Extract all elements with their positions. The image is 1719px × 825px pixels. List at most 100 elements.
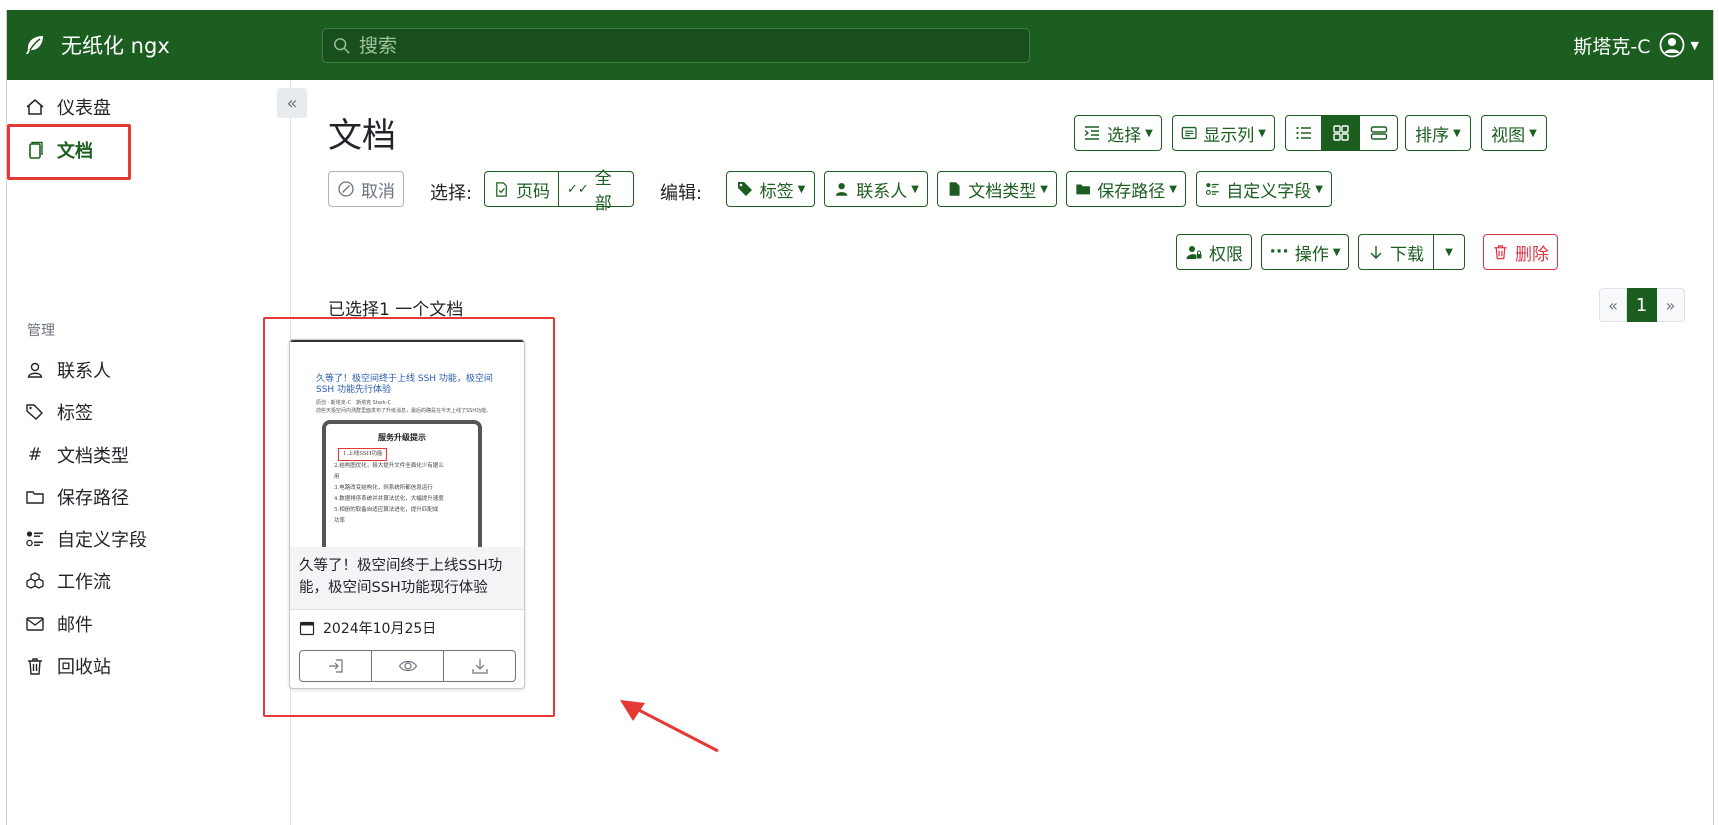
caret-down-icon: ▼: [1453, 127, 1461, 139]
app-window: 无纸化 ngx 斯塔克-C ▼ 仪表盘: [6, 10, 1714, 825]
custom-fields-dropdown-button[interactable]: 自定义字段 ▼: [1196, 171, 1332, 207]
notice-title: 服务升级提示: [378, 432, 426, 442]
grid-view-button[interactable]: [1322, 115, 1360, 151]
caret-down-icon: ▼: [1145, 127, 1153, 139]
sidebar-item-label: 工作流: [57, 572, 111, 593]
pagination-next[interactable]: »: [1657, 288, 1685, 322]
sidebar-item-trash[interactable]: 回收站: [25, 651, 111, 681]
operations-label: 操作: [1294, 244, 1329, 265]
thumb-meta: 原创 · 斯塔克-C 斯塔克 Stark-C 前些天极空间内测群里面发布了升级消…: [316, 399, 516, 415]
show-columns-label: 显示列: [1203, 125, 1255, 146]
all-label: 全部: [594, 169, 612, 214]
pagination: « 1 »: [1599, 288, 1685, 322]
calendar-icon: [299, 621, 315, 636]
trash-icon: [1494, 245, 1507, 260]
sidebar: 仪表盘 文档 管理 联系人 标签 # 文档类型 保存路径 自定义字段 工作流 邮…: [7, 80, 291, 825]
document-card[interactable]: 久等了！极空间终于上线 SSH 功能，极空间SSH 功能先行体验 原创 · 斯塔…: [289, 339, 525, 689]
collapse-sidebar-button[interactable]: «: [277, 88, 307, 118]
sidebar-item-label: 仪表盘: [57, 98, 111, 119]
search-box[interactable]: [322, 28, 1030, 63]
list-view-button[interactable]: [1285, 115, 1322, 151]
sort-dropdown-button[interactable]: 排序 ▼: [1405, 115, 1471, 151]
three-dots-icon: ···: [1269, 242, 1289, 262]
user-avatar-icon: [1659, 32, 1684, 58]
sidebar-item-mail[interactable]: 邮件: [25, 609, 93, 639]
permissions-label: 权限: [1209, 244, 1243, 265]
pagination-prev[interactable]: «: [1599, 288, 1627, 322]
sidebar-item-storage-paths[interactable]: 保存路径: [25, 482, 129, 512]
caret-down-icon: ▼: [1332, 246, 1341, 258]
download-icon: [471, 659, 488, 674]
caret-down-icon: ▼: [1315, 183, 1323, 195]
brand[interactable]: 无纸化 ngx: [23, 10, 170, 80]
sidebar-item-dashboard[interactable]: 仪表盘: [25, 92, 111, 122]
sidebar-item-tags[interactable]: 标签: [25, 397, 93, 427]
hdd-stack-icon: [1370, 126, 1387, 140]
select-dropdown-button[interactable]: 选择 ▼: [1074, 115, 1162, 151]
card-divider: [290, 609, 524, 610]
view-dropdown-button[interactable]: 视图 ▼: [1481, 115, 1547, 151]
folder-fill-icon: [1076, 184, 1090, 195]
notice-line: 功率: [334, 518, 346, 524]
select-label: 选择:: [430, 183, 473, 204]
download-button[interactable]: 下载: [1358, 234, 1434, 270]
download-split-button: 下载 ▼: [1358, 234, 1465, 270]
top-navbar: 无纸化 ngx 斯塔克-C ▼: [7, 10, 1713, 80]
home-icon: [25, 97, 45, 117]
notice-line: 5.相册的取备自适应算法进化，提升匹配成: [334, 507, 439, 513]
sidebar-item-label: 邮件: [57, 615, 93, 636]
storage-path-dropdown-button[interactable]: 保存路径 ▼: [1066, 171, 1186, 207]
sidebar-item-custom-fields[interactable]: 自定义字段: [25, 524, 147, 554]
user-name: 斯塔克-C: [1573, 35, 1651, 58]
display-mode-group: [1285, 115, 1398, 151]
sidebar-item-workflows[interactable]: 工作流: [25, 566, 111, 596]
sidebar-item-label: 联系人: [57, 361, 111, 382]
envelope-icon: [25, 614, 45, 634]
select-all-button[interactable]: ✓✓ 全部: [559, 169, 634, 214]
notice-line: 1.上线SSH功能: [334, 448, 478, 461]
sidebar-item-label: 文档类型: [57, 446, 129, 467]
show-columns-button[interactable]: 显示列 ▼: [1172, 115, 1275, 151]
user-menu[interactable]: 斯塔克-C ▼: [1573, 10, 1699, 80]
sidebar-item-document-types[interactable]: # 文档类型: [25, 440, 129, 470]
check-all-icon: ✓✓: [567, 181, 589, 197]
hash-icon: #: [27, 445, 43, 465]
select-label: 选择: [1107, 125, 1142, 146]
date-text: 2024年10月25日: [323, 621, 437, 637]
download-document-button[interactable]: [444, 650, 516, 682]
operations-dropdown-button[interactable]: ··· 操作 ▼: [1261, 234, 1349, 270]
sidebar-item-correspondents[interactable]: 联系人: [25, 355, 111, 385]
delete-label: 删除: [1515, 244, 1549, 265]
select-page-button[interactable]: 页码: [484, 171, 559, 207]
box-arrow-in-right-icon: [328, 659, 343, 673]
correspondent-dropdown-button[interactable]: 联系人 ▼: [824, 171, 928, 207]
file-fill-icon: [949, 182, 960, 196]
person-fill-icon: [835, 182, 848, 196]
card-actions: [299, 650, 516, 682]
cancel-selection-button[interactable]: 取消: [328, 171, 404, 207]
thumb-title: 久等了！极空间终于上线 SSH 功能，极空间SSH 功能先行体验: [316, 374, 493, 395]
doc-type-dropdown-button[interactable]: 文档类型 ▼: [937, 171, 1057, 207]
sidebar-item-label: 回收站: [57, 657, 111, 678]
caret-down-icon: ▼: [911, 183, 919, 195]
tag-fill-icon: [737, 182, 752, 196]
notice-line-highlight: 1.上线SSH功能: [338, 448, 388, 461]
tags-dropdown-button[interactable]: 标签 ▼: [726, 171, 815, 207]
caret-down-icon: ▼: [1040, 183, 1048, 195]
open-document-button[interactable]: [299, 650, 372, 682]
brand-name: 无纸化 ngx: [61, 34, 170, 58]
chevron-down-icon: ▼: [1690, 38, 1699, 52]
pagination-page[interactable]: 1: [1627, 288, 1657, 322]
permissions-button[interactable]: 权限: [1176, 234, 1252, 270]
large-cards-view-button[interactable]: [1360, 115, 1398, 151]
custom-fields-label: 自定义字段: [1226, 181, 1312, 202]
sidebar-item-label: 自定义字段: [57, 530, 147, 551]
preview-button[interactable]: [372, 650, 444, 682]
download-options-toggle[interactable]: ▼: [1434, 234, 1465, 270]
delete-button[interactable]: 删除: [1483, 234, 1558, 270]
tags-icon: [25, 402, 45, 422]
arrow-down-icon: [1370, 246, 1382, 259]
document-thumbnail[interactable]: 久等了！极空间终于上线 SSH 功能，极空间SSH 功能先行体验 原创 · 斯塔…: [290, 340, 524, 552]
thumb-lead: 前些天极空间内测群里面发布了升级消息，最后的确是在今天上线了SSH功能。: [316, 408, 492, 414]
search-input[interactable]: [359, 34, 999, 57]
